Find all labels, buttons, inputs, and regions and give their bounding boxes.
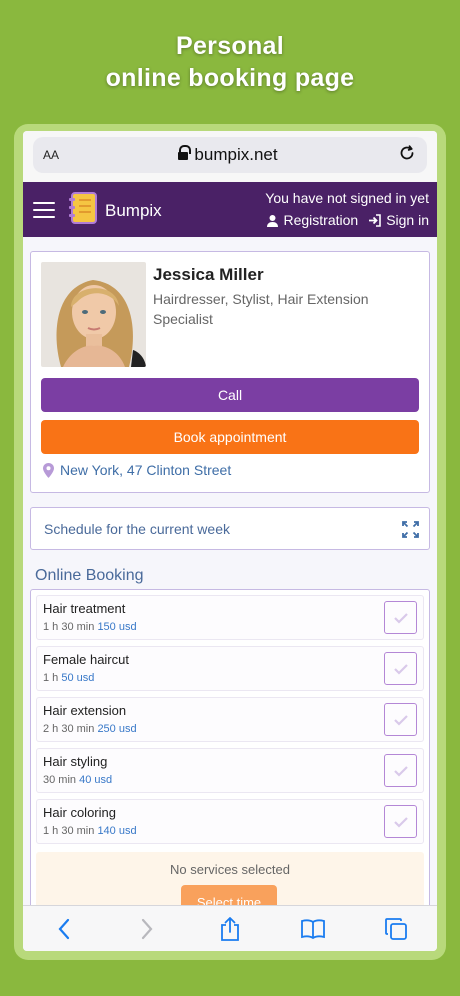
- service-meta: 1 h 50 usd: [43, 672, 94, 684]
- service-item[interactable]: Female haircut 1 h 50 usd: [36, 646, 424, 691]
- sign-in-link[interactable]: Sign in: [368, 212, 429, 228]
- call-button[interactable]: Call: [41, 378, 419, 412]
- no-services-text: No services selected: [170, 862, 290, 877]
- headline-line-1: Personal: [175, 32, 284, 60]
- service-duration: 1 h 30 min: [43, 825, 95, 837]
- schedule-label: Schedule for the current week: [44, 521, 230, 537]
- url-display[interactable]: bumpix.net: [178, 144, 278, 165]
- service-duration: 2 h 30 min: [43, 723, 95, 735]
- forward-icon[interactable]: [133, 915, 161, 943]
- check-icon: [393, 714, 408, 726]
- service-name: Hair styling: [43, 754, 108, 769]
- service-price: 40 usd: [79, 774, 113, 786]
- schedule-panel[interactable]: Schedule for the current week: [30, 507, 430, 550]
- auth-links: Registration Sign in: [266, 212, 429, 228]
- sign-in-label: Sign in: [386, 212, 429, 228]
- address-link[interactable]: New York, 47 Clinton Street: [43, 462, 231, 478]
- menu-icon[interactable]: [33, 202, 55, 218]
- check-icon: [393, 663, 408, 675]
- phone-frame: AA bumpix.net Bumpix You have not signed…: [14, 124, 446, 960]
- reload-icon[interactable]: [397, 143, 417, 168]
- address-field[interactable]: AA bumpix.net: [33, 137, 427, 173]
- service-checkbox[interactable]: [384, 652, 417, 685]
- service-price: 150 usd: [97, 621, 137, 633]
- service-name: Hair treatment: [43, 601, 126, 616]
- online-booking-title: Online Booking: [35, 567, 144, 584]
- headline: Personal online booking page: [0, 30, 460, 94]
- browser-toolbar: [23, 905, 437, 951]
- book-appointment-button[interactable]: Book appointment: [41, 420, 419, 454]
- service-meta: 1 h 30 min 140 usd: [43, 825, 137, 837]
- services-list: Hair treatment 1 h 30 min 150 usd Female…: [30, 589, 430, 951]
- user-icon: [267, 214, 279, 227]
- service-item[interactable]: Hair styling 30 min 40 usd: [36, 748, 424, 793]
- service-item[interactable]: Hair treatment 1 h 30 min 150 usd: [36, 595, 424, 640]
- lock-icon: [178, 144, 192, 161]
- service-meta: 1 h 30 min 150 usd: [43, 621, 137, 633]
- service-price: 250 usd: [97, 723, 137, 735]
- location-pin-icon: [43, 462, 54, 478]
- tabs-icon[interactable]: [382, 915, 410, 943]
- brand-name[interactable]: Bumpix: [105, 201, 162, 221]
- specialist-role: Hairdresser, Stylist, Hair Extension Spe…: [153, 291, 369, 327]
- text-size-label: AA: [43, 148, 60, 162]
- specialist-name: Jessica Miller: [153, 265, 264, 284]
- service-checkbox[interactable]: [384, 703, 417, 736]
- check-icon: [393, 765, 408, 777]
- check-icon: [393, 612, 408, 624]
- service-price: 50 usd: [61, 672, 95, 684]
- bookmarks-icon[interactable]: [299, 915, 327, 943]
- service-item[interactable]: Hair extension 2 h 30 min 250 usd: [36, 697, 424, 742]
- sign-in-status: You have not signed in yet: [265, 190, 429, 206]
- service-meta: 30 min 40 usd: [43, 774, 112, 786]
- bumpix-logo[interactable]: [67, 190, 99, 226]
- registration-label: Registration: [283, 212, 359, 228]
- service-checkbox[interactable]: [384, 805, 417, 838]
- sign-in-icon: [369, 213, 381, 227]
- share-icon[interactable]: [216, 915, 244, 943]
- service-checkbox[interactable]: [384, 754, 417, 787]
- address-text: New York, 47 Clinton Street: [60, 462, 232, 478]
- service-checkbox[interactable]: [384, 601, 417, 634]
- service-meta: 2 h 30 min 250 usd: [43, 723, 137, 735]
- service-item[interactable]: Hair coloring 1 h 30 min 140 usd: [36, 799, 424, 844]
- service-duration: 30 min: [43, 774, 77, 786]
- service-name: Female haircut: [43, 652, 129, 667]
- back-icon[interactable]: [50, 915, 78, 943]
- headline-line-2: online booking page: [105, 64, 355, 92]
- service-name: Hair coloring: [43, 805, 116, 820]
- site-header: Bumpix You have not signed in yet Regist…: [23, 182, 437, 237]
- profile-photo: [41, 262, 146, 367]
- url-text: bumpix.net: [194, 145, 278, 164]
- registration-link[interactable]: Registration: [266, 212, 358, 228]
- expand-icon[interactable]: [402, 521, 419, 538]
- text-size-button[interactable]: AA: [43, 146, 59, 164]
- service-price: 140 usd: [97, 825, 137, 837]
- service-duration: 1 h: [43, 672, 59, 684]
- service-duration: 1 h 30 min: [43, 621, 95, 633]
- phone-screen: AA bumpix.net Bumpix You have not signed…: [23, 131, 437, 951]
- profile-card: Jessica Miller Hairdresser, Stylist, Hai…: [30, 251, 430, 493]
- service-name: Hair extension: [43, 703, 127, 718]
- check-icon: [393, 816, 408, 828]
- browser-url-bar: AA bumpix.net: [23, 131, 437, 186]
